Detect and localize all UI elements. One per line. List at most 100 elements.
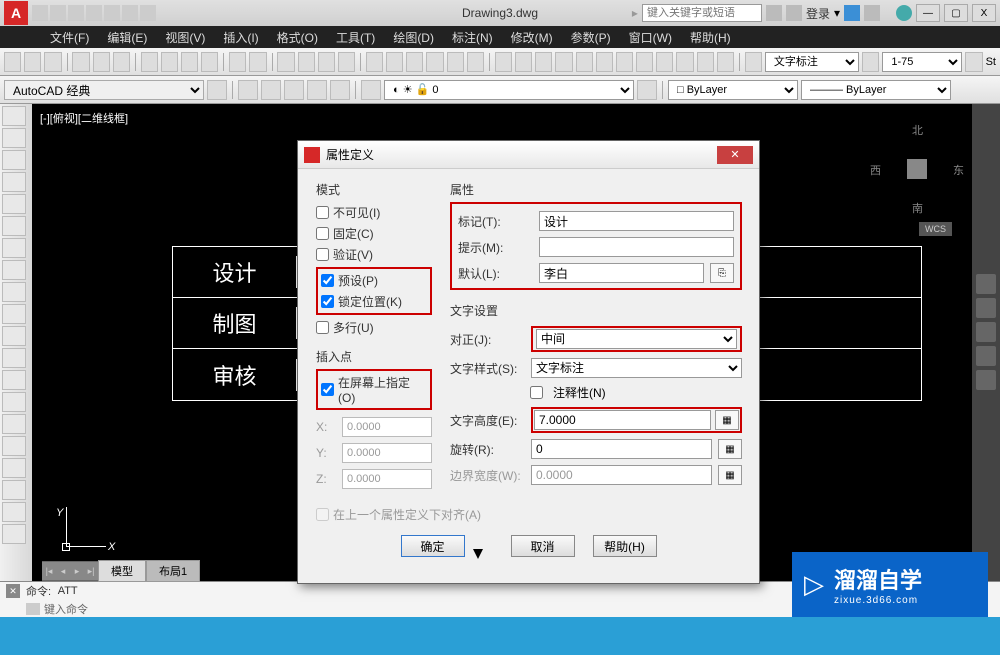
menu-file[interactable]: 文件(F) (50, 29, 89, 46)
menu-format[interactable]: 格式(O) (277, 29, 318, 46)
login-label[interactable]: 登录 (806, 5, 830, 22)
cmd-close-icon[interactable]: ✕ (6, 584, 20, 598)
tb-cut-icon[interactable] (141, 52, 158, 72)
tb-layfrz-icon[interactable] (555, 52, 572, 72)
tb-region-icon[interactable] (330, 80, 350, 100)
chk-preset[interactable] (321, 274, 334, 287)
chk-specify-onscreen[interactable] (321, 383, 334, 396)
qat-undo-icon[interactable] (122, 5, 138, 21)
linetype-select[interactable]: ——— ByLayer (801, 80, 951, 100)
maximize-button[interactable]: ▢ (944, 4, 968, 22)
arc-icon[interactable] (2, 216, 26, 236)
circle-icon[interactable] (2, 238, 26, 258)
region-tool-icon[interactable] (2, 458, 26, 478)
xline-icon[interactable] (2, 128, 26, 148)
showmotion-icon[interactable] (976, 370, 996, 390)
zoom-nav-icon[interactable] (976, 322, 996, 342)
color-select[interactable]: □ ByLayer (668, 80, 798, 100)
app-icon[interactable]: A (4, 1, 28, 25)
qat-saveas-icon[interactable] (86, 5, 102, 21)
tb-open-icon[interactable] (24, 52, 41, 72)
dialog-titlebar[interactable]: 属性定义 ✕ (298, 141, 759, 169)
help-icon[interactable] (896, 5, 912, 21)
tb-ssm-icon[interactable] (426, 52, 443, 72)
menu-edit[interactable]: 编辑(E) (107, 29, 147, 46)
tb-laymch-icon[interactable] (616, 52, 633, 72)
login-dropdown-icon[interactable]: ▾ (834, 6, 840, 20)
tb-laylck-icon[interactable] (576, 52, 593, 72)
tb-preview-icon[interactable] (93, 52, 110, 72)
chk-lockposition[interactable] (321, 295, 334, 308)
tb-gradient-icon[interactable] (307, 80, 327, 100)
tb-dc-icon[interactable] (386, 52, 403, 72)
help-search-input[interactable] (642, 4, 762, 22)
dialog-close-button[interactable]: ✕ (717, 146, 753, 164)
default-input[interactable] (539, 263, 704, 283)
chk-multiline[interactable] (316, 321, 329, 334)
tb-laymake-icon[interactable] (637, 80, 657, 100)
tb-toolpal-icon[interactable] (406, 52, 423, 72)
tab-layout1[interactable]: 布局1 (146, 560, 200, 582)
viewcube-top[interactable] (907, 159, 927, 179)
tb-xref-icon[interactable] (238, 80, 258, 100)
tb-pan-icon[interactable] (277, 52, 294, 72)
rotation-input[interactable] (531, 439, 712, 459)
tb-match-icon[interactable] (201, 52, 218, 72)
pick-height-button[interactable]: ▦ (715, 410, 739, 430)
point-icon[interactable] (2, 392, 26, 412)
menu-window[interactable]: 窗口(W) (629, 29, 672, 46)
tb-zoom-icon[interactable] (298, 52, 315, 72)
tb-props-icon[interactable] (366, 52, 383, 72)
gradient-tool-icon[interactable] (2, 436, 26, 456)
pline-icon[interactable] (2, 150, 26, 170)
qat-save-icon[interactable] (68, 5, 84, 21)
chk-verify[interactable] (316, 248, 329, 261)
help-button[interactable]: 帮助(H) (593, 535, 657, 557)
tb-ws-settings-icon[interactable] (207, 80, 227, 100)
user-icon[interactable] (786, 5, 802, 21)
viewcube[interactable]: 北 南 东 西 (872, 124, 962, 214)
tb-layunlk-icon[interactable] (596, 52, 613, 72)
tb-save-icon[interactable] (44, 52, 61, 72)
menu-tools[interactable]: 工具(T) (336, 29, 375, 46)
tb-new-icon[interactable] (4, 52, 21, 72)
menu-help[interactable]: 帮助(H) (690, 29, 731, 46)
insertblock-icon[interactable] (2, 348, 26, 368)
menu-parametric[interactable]: 参数(P) (571, 29, 611, 46)
cmd-input-placeholder[interactable]: 键入命令 (44, 601, 88, 617)
tb-calc-icon[interactable] (467, 52, 484, 72)
table-icon[interactable] (2, 480, 26, 500)
tb-paste-icon[interactable] (181, 52, 198, 72)
tb-zoomwin-icon[interactable] (318, 52, 335, 72)
menu-view[interactable]: 视图(V) (165, 29, 205, 46)
cloud-icon[interactable] (864, 5, 880, 21)
tab-first-icon[interactable]: |◂ (42, 562, 56, 580)
pick-rotation-button[interactable]: ▦ (718, 439, 742, 459)
workspace-select[interactable]: AutoCAD 经典 (4, 80, 204, 100)
navwheel-icon[interactable] (976, 274, 996, 294)
textheight-input[interactable] (534, 410, 711, 430)
addsel-icon[interactable] (2, 524, 26, 544)
qat-new-icon[interactable] (32, 5, 48, 21)
qat-open-icon[interactable] (50, 5, 66, 21)
tb-textstyle-icon[interactable] (745, 52, 762, 72)
polygon-icon[interactable] (2, 172, 26, 192)
tb-zoomprev-icon[interactable] (338, 52, 355, 72)
pan-nav-icon[interactable] (976, 298, 996, 318)
tab-prev-icon[interactable]: ◂ (56, 562, 70, 580)
tb-hatch-icon[interactable] (284, 80, 304, 100)
minimize-button[interactable]: — (916, 4, 940, 22)
tb-laystate-icon[interactable] (656, 52, 673, 72)
makeblock-icon[interactable] (2, 370, 26, 390)
tb-tablestyle-icon[interactable] (965, 52, 982, 72)
qat-redo-icon[interactable] (140, 5, 156, 21)
chk-invisible[interactable] (316, 206, 329, 219)
tb-dimstyle-icon[interactable] (862, 52, 879, 72)
qat-print-icon[interactable] (104, 5, 120, 21)
tab-model[interactable]: 模型 (98, 560, 146, 582)
tb-layprev-icon[interactable] (636, 52, 653, 72)
tb-layiso-icon[interactable] (515, 52, 532, 72)
textstyle-select[interactable]: 文字标注 (765, 52, 859, 72)
tb-markup-icon[interactable] (447, 52, 464, 72)
tb-layer-icon[interactable] (495, 52, 512, 72)
